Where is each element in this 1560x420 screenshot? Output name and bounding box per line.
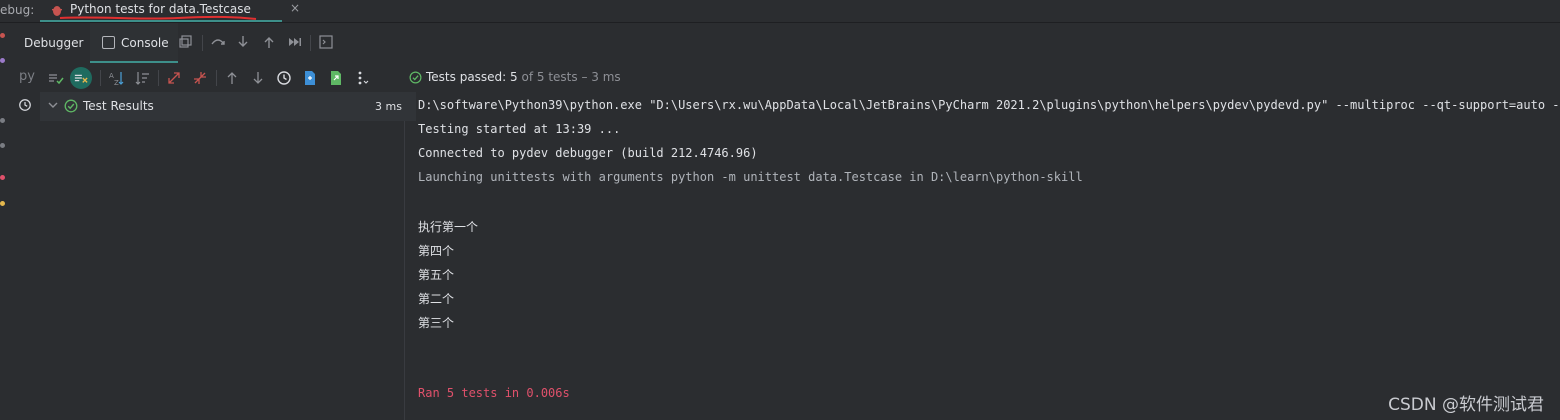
toolbar-separator [100,70,101,86]
toolbar-separator [310,35,311,51]
copy-icon[interactable] [178,34,194,50]
tab-console-label: Console [121,36,169,50]
step-out-icon[interactable] [261,34,277,50]
tab-console[interactable]: Console [90,23,178,63]
status-count: 5 [510,70,518,84]
toolbar-separator [202,35,203,51]
console-icon [102,36,115,49]
test-tree-toolbar: py AZ [12,64,404,92]
more-icon[interactable] [354,70,370,86]
test-tree-panel: Test Results 3 ms [12,92,416,420]
console-line: 执行第一个 [418,220,479,234]
toolbar-separator [216,70,217,86]
history-icon[interactable] [276,70,292,86]
gutter-marker [0,143,5,148]
sort-duration-icon[interactable] [134,70,150,86]
watermark: CSDN @软件测试君 [1388,395,1544,415]
console-line: D:\software\Python39\python.exe "D:\User… [418,98,1560,112]
show-ignored-toggle[interactable] [70,67,92,89]
chevron-down-icon[interactable] [48,100,58,110]
tree-node-test-results[interactable]: Test Results 3 ms [40,92,416,121]
console-line: Ran 5 tests in 0.006s [418,386,570,400]
console-output[interactable]: D:\software\Python39\python.exe "D:\User… [405,92,1560,420]
status-label: Tests passed: [426,70,507,84]
export-icon[interactable] [328,70,344,86]
debug-subtabs-toolbar: Debugger Console [12,23,1560,63]
console-line: 第二个 [418,292,455,306]
collapse-icon[interactable] [192,70,208,86]
debug-tool-window-header: ebug: Python tests for data.Testcase × [0,0,1560,23]
toolbar-separator [158,70,159,86]
console-line: 第四个 [418,244,455,258]
tab-debugger[interactable]: Debugger [24,23,83,63]
expand-icon[interactable] [166,70,182,86]
console-line: Connected to pydev debugger (build 212.4… [418,146,758,160]
gutter-marker [0,33,5,38]
check-icon [64,99,78,113]
py-label: py [19,69,35,84]
step-into-icon[interactable] [235,34,251,50]
sort-alpha-icon[interactable]: AZ [108,70,124,86]
red-annotation-underline [59,15,257,20]
tree-node-label: Test Results [83,99,154,113]
svg-text:Z: Z [114,79,119,86]
terminal-icon[interactable] [318,34,334,50]
show-passed-icon[interactable] [48,70,64,86]
console-line: Testing started at 13:39 ... [418,122,621,136]
gutter-marker [0,118,5,123]
close-icon[interactable]: × [290,1,300,15]
prev-icon[interactable] [224,70,240,86]
check-icon [409,71,422,84]
resume-icon[interactable] [287,34,303,50]
status-summary: of 5 tests – 3 ms [521,70,621,84]
show-ignored-icon [74,74,88,83]
gutter-marker [0,58,5,63]
import-icon[interactable] [302,70,318,86]
step-over-icon[interactable] [210,34,226,50]
console-line: 第三个 [418,316,455,330]
left-gutter [0,23,12,420]
history-icon[interactable] [18,98,32,112]
next-icon[interactable] [250,70,266,86]
run-tab-title: Python tests for data.Testcase [70,2,251,16]
console-line: 第五个 [418,268,455,282]
debug-label: ebug: [0,3,35,17]
gutter-marker [0,201,5,206]
console-line: Launching unittests with arguments pytho… [418,170,1083,184]
gutter-marker [0,175,5,180]
tree-node-duration: 3 ms [375,100,402,113]
test-status-text: Tests passed: 5 of 5 tests – 3 ms [426,70,621,84]
test-status-bar: Tests passed: 5 of 5 tests – 3 ms [405,64,1560,92]
